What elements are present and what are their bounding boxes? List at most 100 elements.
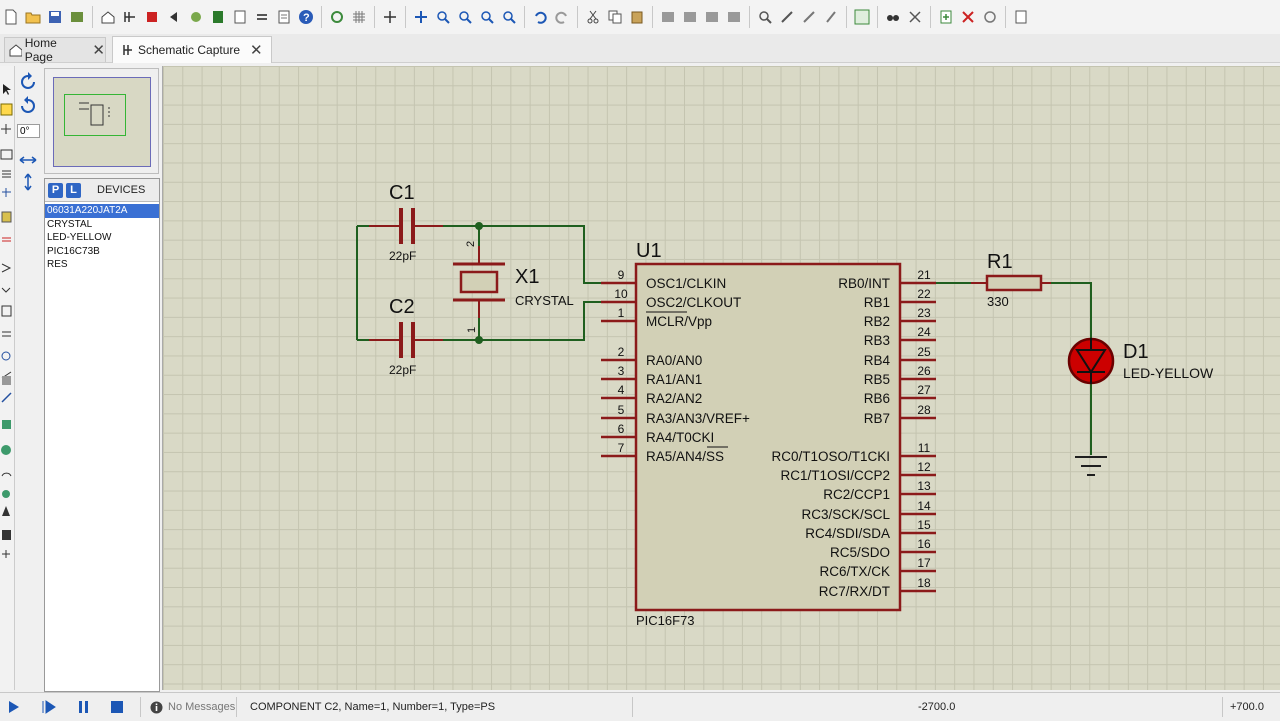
pin-number: 11	[918, 441, 931, 455]
mirror-horizontal-icon[interactable]	[19, 156, 37, 164]
zoom-all-icon[interactable]	[478, 8, 497, 27]
messages-indicator[interactable]: No Messages	[150, 693, 235, 721]
pin-number: 10	[614, 287, 628, 301]
block-copy-icon[interactable]	[659, 8, 678, 27]
pause-button[interactable]	[78, 693, 90, 721]
mirror-vertical-icon[interactable]	[24, 173, 32, 191]
toolbar-separator	[749, 6, 750, 28]
x1-value: CRYSTAL	[515, 293, 574, 308]
pin-name: RC2/CCP1	[823, 487, 890, 502]
undo-icon[interactable]	[531, 8, 550, 27]
c1-reference: C1	[389, 182, 415, 204]
pin-name: RA3/AN3/VREF+	[646, 411, 750, 426]
origin-icon[interactable]	[381, 8, 400, 27]
notes-icon[interactable]	[275, 8, 294, 27]
new-file-icon[interactable]	[2, 8, 21, 27]
pin-name: RA0/AN0	[646, 353, 702, 368]
status-bar: No Messages COMPONENT C2, Name=1, Number…	[0, 692, 1280, 721]
led-d1[interactable]: D1 LED-YELLOW	[1067, 337, 1214, 385]
capacitor-c2[interactable]: C2 22pF	[369, 296, 443, 377]
exit-parent-icon[interactable]	[981, 8, 1000, 27]
microcontroller-u1[interactable]: U1 PIC16F73 9 OSC1/CLKIN 10 OSC2/CLKOUT 1 MCL…	[601, 240, 936, 628]
schematic-icon[interactable]	[121, 8, 140, 27]
block-delete-icon[interactable]	[725, 8, 744, 27]
device-item[interactable]: LED-YELLOW	[45, 231, 159, 245]
gerber-icon[interactable]	[209, 8, 228, 27]
pin-name: RB6	[864, 391, 890, 406]
pick-device-icon[interactable]	[756, 8, 775, 27]
save-icon[interactable]	[46, 8, 65, 27]
device-item[interactable]: RES	[45, 258, 159, 272]
refresh-icon[interactable]	[328, 8, 347, 27]
resistor-r1[interactable]: R1 330	[971, 251, 1051, 309]
grid-toggle-icon[interactable]	[350, 8, 369, 27]
tab-schematic-capture[interactable]: Schematic Capture ✕	[112, 36, 272, 63]
status-separator	[1222, 697, 1223, 717]
copy-icon[interactable]	[606, 8, 625, 27]
rotate-anticlockwise-icon[interactable]	[21, 96, 35, 113]
redo-icon[interactable]	[553, 8, 572, 27]
c1-value: 22pF	[389, 249, 416, 263]
device-item[interactable]: 06031A220JAT2A	[45, 204, 159, 218]
remove-sheet-icon[interactable]	[959, 8, 978, 27]
help-icon[interactable]: ?	[297, 8, 316, 27]
library-manager-button[interactable]: L	[66, 182, 81, 198]
pick-devices-button[interactable]: P	[48, 182, 63, 198]
home-icon	[9, 44, 22, 57]
design-notes-icon[interactable]	[1012, 8, 1031, 27]
zoom-out-icon[interactable]	[456, 8, 475, 27]
pin-number: 21	[917, 268, 931, 282]
overview-viewport[interactable]	[64, 94, 126, 136]
ground-symbol[interactable]	[1075, 456, 1107, 476]
import-icon[interactable]	[68, 8, 87, 27]
pin-number: 24	[917, 325, 931, 339]
device-item[interactable]: PIC16C73B	[45, 245, 159, 259]
info-icon	[150, 701, 163, 713]
devices-panel: P L DEVICES 06031A220JAT2A CRYSTAL LED-Y…	[44, 178, 160, 692]
open-folder-icon[interactable]	[24, 8, 43, 27]
wire-autorouter-icon[interactable]	[853, 8, 872, 27]
toolbar-separator	[652, 6, 653, 28]
rotate-clockwise-icon[interactable]	[21, 72, 35, 89]
bom-icon[interactable]	[231, 8, 250, 27]
pin-number: 26	[917, 364, 931, 378]
home-icon[interactable]	[99, 8, 118, 27]
pin-name: RB3	[864, 333, 890, 348]
pin-number: 25	[917, 345, 931, 359]
stop-button[interactable]	[111, 693, 123, 721]
status-separator	[632, 697, 633, 717]
packaging-tool-icon[interactable]	[800, 8, 819, 27]
search-icon[interactable]	[884, 8, 903, 27]
close-tab-icon[interactable]: ✕	[250, 41, 263, 59]
new-sheet-icon[interactable]	[937, 8, 956, 27]
step-button[interactable]	[42, 693, 56, 721]
close-tab-icon[interactable]: ✕	[92, 41, 105, 59]
overview-window[interactable]	[44, 68, 159, 174]
make-device-icon[interactable]	[778, 8, 797, 27]
capacitor-c1[interactable]: C1 22pF	[369, 182, 443, 263]
design-explorer-icon[interactable]	[253, 8, 272, 27]
zoom-area-icon[interactable]	[500, 8, 519, 27]
cut-icon[interactable]	[584, 8, 603, 27]
schematic-canvas[interactable]: C1 22pF C2 22pF 2 1 X1 CRYSTAL U1 PIC16F…	[162, 66, 1280, 690]
pan-icon[interactable]	[412, 8, 431, 27]
block-rotate-icon[interactable]	[703, 8, 722, 27]
tab-label: Schematic Capture	[138, 43, 241, 57]
mode-tool-icons[interactable]	[0, 66, 14, 690]
property-assignment-icon[interactable]	[906, 8, 925, 27]
pcb-layout-icon[interactable]	[143, 8, 162, 27]
source-code-icon[interactable]	[165, 8, 184, 27]
crystal-x1[interactable]: 2 1 X1 CRYSTAL	[453, 241, 574, 333]
zoom-in-icon[interactable]	[434, 8, 453, 27]
3d-viewer-icon[interactable]	[187, 8, 206, 27]
c2-value: 22pF	[389, 363, 416, 377]
paste-icon[interactable]	[628, 8, 647, 27]
block-move-icon[interactable]	[681, 8, 700, 27]
device-item[interactable]: CRYSTAL	[45, 218, 159, 232]
rotation-angle-field[interactable]: 0°	[17, 124, 40, 138]
tab-home-page[interactable]: Home Page ✕	[4, 36, 106, 64]
decompose-icon[interactable]	[822, 8, 841, 27]
toolbar-separator	[524, 6, 525, 28]
play-button[interactable]	[8, 693, 20, 721]
pin-name: RC6/TX/CK	[819, 564, 890, 579]
